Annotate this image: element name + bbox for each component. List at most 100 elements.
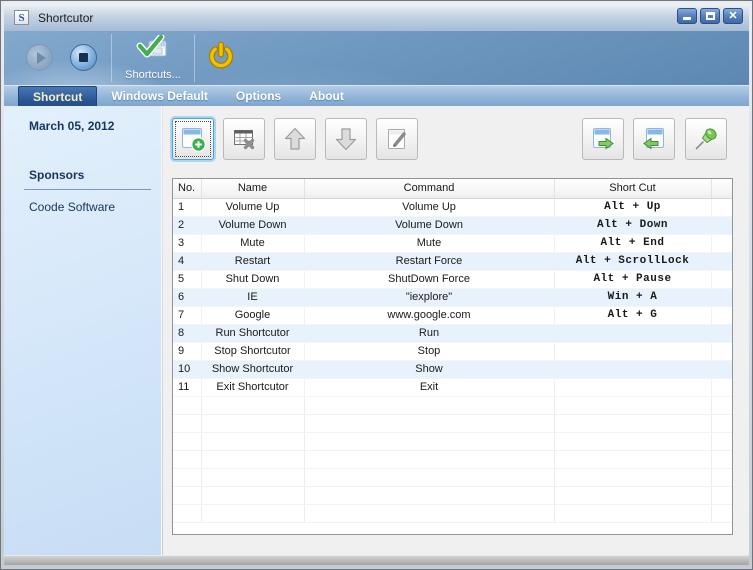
cell-empty	[304, 450, 554, 468]
cell-padding	[711, 378, 732, 396]
tab-windows-default[interactable]: Windows Default	[97, 86, 222, 106]
minimize-button[interactable]	[677, 8, 697, 24]
exit-power-button[interactable]	[206, 41, 236, 73]
cell-empty	[201, 504, 304, 522]
toolbar-separator	[111, 34, 112, 82]
cell-empty	[173, 468, 201, 486]
cell-no: 4	[173, 252, 201, 270]
sponsor-link[interactable]: Coode Software	[29, 200, 115, 214]
edit-shortcut-button[interactable]	[376, 118, 418, 160]
column-header-command[interactable]: Command	[304, 179, 554, 198]
shortcuts-check-icon	[136, 35, 170, 63]
play-button[interactable]	[26, 44, 53, 71]
maximize-button[interactable]	[700, 8, 720, 24]
cell-no: 1	[173, 198, 201, 216]
column-header-no[interactable]: No.	[173, 179, 201, 198]
main-panel: No. Name Command Short Cut 1 Volume UpVol…	[163, 106, 749, 555]
cell-empty	[554, 450, 711, 468]
table-row-empty	[173, 414, 732, 432]
cell-command: Show	[304, 360, 554, 378]
cell-empty	[554, 414, 711, 432]
status-bar	[4, 555, 749, 565]
cell-command: ShutDown Force	[304, 270, 554, 288]
sponsors-heading: Sponsors	[29, 168, 84, 182]
cell-empty	[711, 396, 732, 414]
cell-empty	[173, 450, 201, 468]
cell-no: 6	[173, 288, 201, 306]
stop-button[interactable]	[70, 44, 97, 71]
title-bar: S Shortcutor ✕	[4, 4, 749, 31]
tab-about[interactable]: About	[295, 86, 358, 106]
table-row[interactable]: 10Show ShortcutorShow	[173, 360, 732, 378]
cell-shortcut: Alt + ScrollLock	[554, 252, 711, 270]
cell-command: Volume Up	[304, 198, 554, 216]
cell-padding	[711, 288, 732, 306]
cell-no: 10	[173, 360, 201, 378]
import-window-icon	[640, 125, 668, 153]
cell-command: Volume Down	[304, 216, 554, 234]
cell-empty	[173, 396, 201, 414]
cell-command: Restart Force	[304, 252, 554, 270]
cell-padding	[711, 270, 732, 288]
move-up-button[interactable]	[274, 118, 316, 160]
cell-empty	[554, 468, 711, 486]
cell-command: "iexplore"	[304, 288, 554, 306]
cell-command: Mute	[304, 234, 554, 252]
app-window: S Shortcutor ✕ Shortcuts...	[0, 0, 753, 570]
cell-command: Exit	[304, 378, 554, 396]
import-button[interactable]	[633, 118, 675, 160]
table-header-row: No. Name Command Short Cut	[173, 179, 732, 198]
tab-bar: Shortcut Windows Default Options About	[4, 85, 749, 106]
power-icon	[206, 41, 236, 73]
cell-empty	[711, 468, 732, 486]
table-row[interactable]: 11Exit ShortcutorExit	[173, 378, 732, 396]
app-icon: S	[14, 10, 29, 25]
cell-shortcut: Alt + End	[554, 234, 711, 252]
maximize-icon	[706, 12, 715, 20]
cell-empty	[201, 414, 304, 432]
cell-name: Mute	[201, 234, 304, 252]
cell-shortcut: Alt + Pause	[554, 270, 711, 288]
cell-no: 2	[173, 216, 201, 234]
table-row-empty	[173, 468, 732, 486]
table-row[interactable]: 8Run ShortcutorRun	[173, 324, 732, 342]
cell-shortcut: Alt + Up	[554, 198, 711, 216]
close-icon: ✕	[728, 11, 737, 22]
cell-empty	[711, 486, 732, 504]
table-row[interactable]: 2Volume DownVolume DownAlt + Down	[173, 216, 732, 234]
pin-button[interactable]	[685, 118, 727, 160]
table-row[interactable]: 1Volume UpVolume UpAlt + Up	[173, 198, 732, 216]
cell-empty	[173, 414, 201, 432]
table-row[interactable]: 4RestartRestart ForceAlt + ScrollLock	[173, 252, 732, 270]
cell-empty	[554, 432, 711, 450]
cell-name: IE	[201, 288, 304, 306]
close-button[interactable]: ✕	[723, 8, 743, 24]
cell-name: Restart	[201, 252, 304, 270]
column-header-shortcut[interactable]: Short Cut	[554, 179, 711, 198]
shortcuts-config-button[interactable]: Shortcuts...	[122, 35, 184, 81]
column-header-name[interactable]: Name	[201, 179, 304, 198]
play-icon	[37, 52, 46, 64]
export-button[interactable]	[582, 118, 624, 160]
cell-shortcut: Alt + G	[554, 306, 711, 324]
cell-empty	[201, 468, 304, 486]
cell-padding	[711, 234, 732, 252]
table-row[interactable]: 6IE"iexplore"Win + A	[173, 288, 732, 306]
table-row[interactable]: 7Googlewww.google.comAlt + G	[173, 306, 732, 324]
table-row[interactable]: 5Shut DownShutDown ForceAlt + Pause	[173, 270, 732, 288]
cell-no: 5	[173, 270, 201, 288]
edit-note-icon	[383, 125, 411, 153]
tab-options[interactable]: Options	[222, 86, 295, 106]
move-down-button[interactable]	[325, 118, 367, 160]
cell-empty	[304, 414, 554, 432]
cell-empty	[304, 504, 554, 522]
table-row-empty	[173, 396, 732, 414]
add-shortcut-button[interactable]	[172, 118, 214, 160]
delete-shortcut-button[interactable]	[223, 118, 265, 160]
table-row[interactable]: 3MuteMuteAlt + End	[173, 234, 732, 252]
cell-empty	[554, 504, 711, 522]
cell-empty	[173, 432, 201, 450]
tab-shortcut[interactable]: Shortcut	[18, 86, 97, 106]
table-row[interactable]: 9Stop ShortcutorStop	[173, 342, 732, 360]
cell-name: Stop Shortcutor	[201, 342, 304, 360]
